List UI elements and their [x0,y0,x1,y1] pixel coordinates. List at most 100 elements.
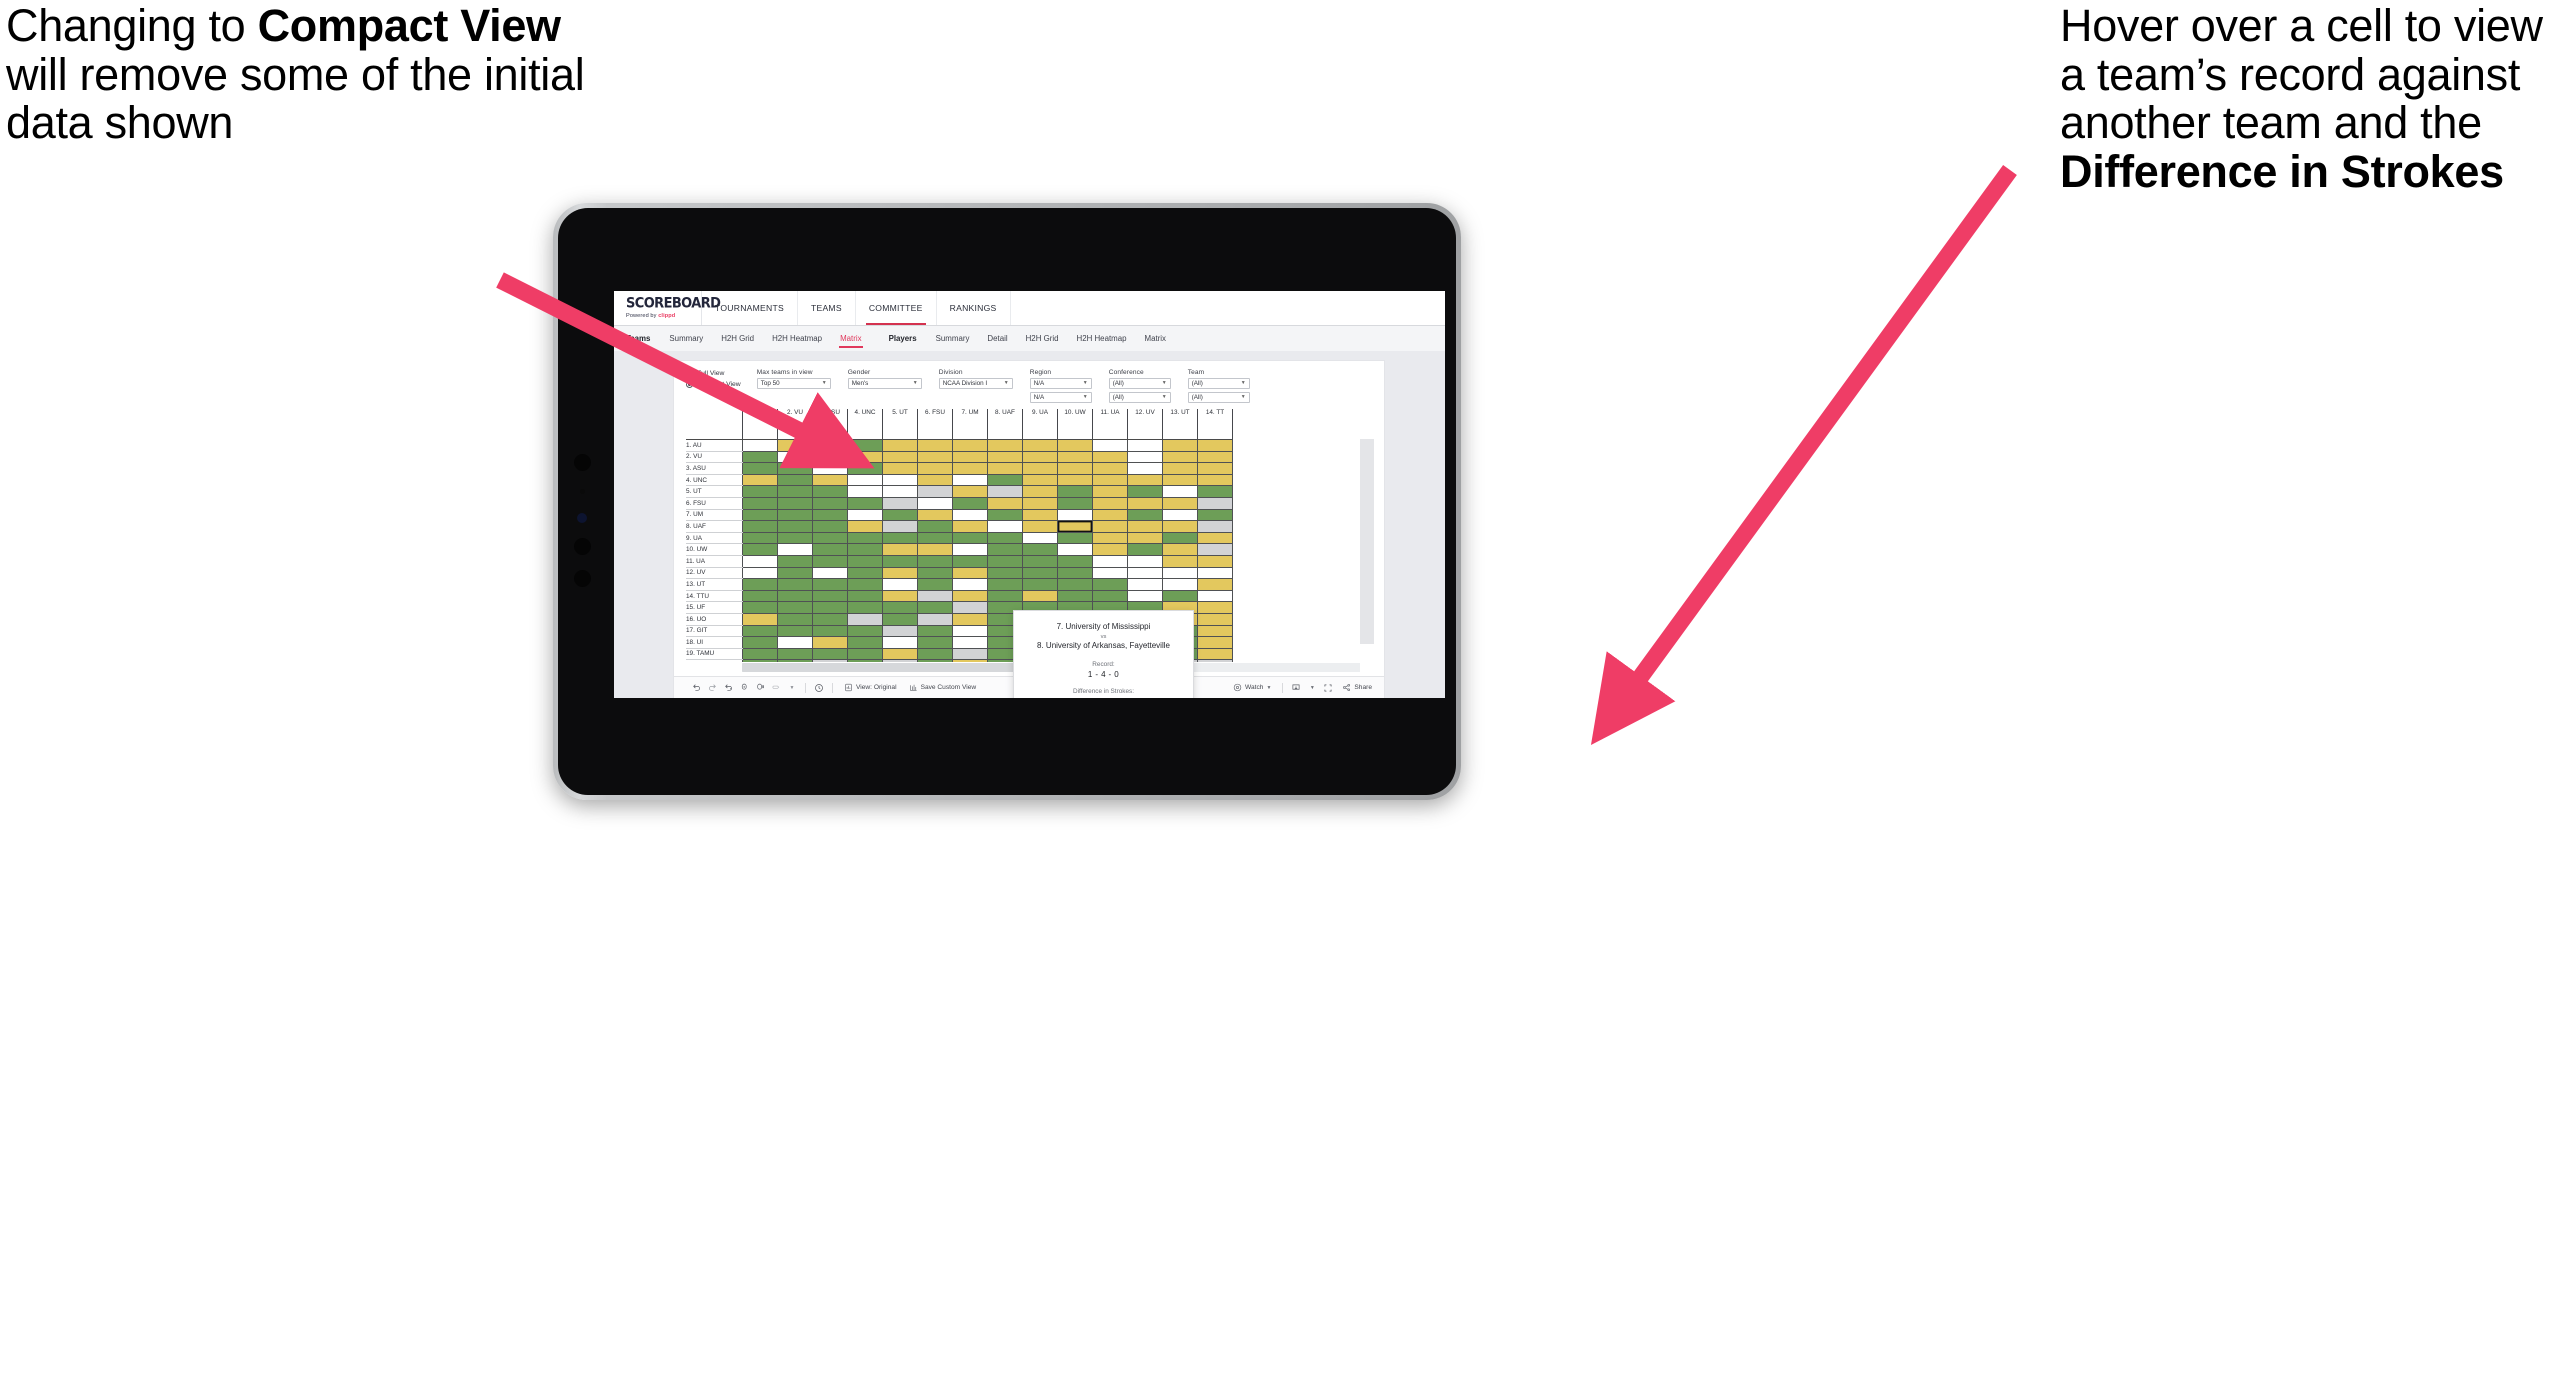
matrix-row-header[interactable]: 10. UW [686,543,743,556]
matrix-cell[interactable] [917,636,953,649]
matrix-cell[interactable] [1057,508,1093,522]
matrix-cell[interactable] [917,624,953,638]
matrix-cell[interactable] [1162,508,1198,522]
matrix-cell[interactable] [1127,439,1163,452]
matrix-row-header[interactable]: 20. UG [686,659,743,662]
matrix-cell[interactable] [742,566,778,580]
matrix-cell[interactable] [987,450,1023,464]
matrix-cell[interactable] [812,473,848,487]
matrix-cell[interactable] [812,624,848,638]
matrix-cell[interactable] [777,636,813,649]
matrix-cell[interactable] [777,520,813,533]
fullscreen-icon[interactable] [1320,683,1336,693]
matrix-cell[interactable] [1022,473,1058,487]
matrix-cell[interactable] [1022,485,1058,498]
matrix-cell[interactable] [777,624,813,638]
matrix-cell[interactable] [1197,508,1233,522]
matrix-cell[interactable] [882,647,918,661]
matrix-row-header[interactable]: 19. TAMU [686,648,743,661]
matrix-cell[interactable] [1197,566,1233,580]
matrix-cell[interactable] [987,462,1023,475]
matrix-cell[interactable] [952,589,988,603]
matrix-cell[interactable] [812,508,848,522]
share-button[interactable]: Share [1336,683,1384,692]
matrix-cell[interactable] [952,601,988,614]
matrix-cell[interactable] [1197,450,1233,464]
matrix-cell[interactable] [987,566,1023,580]
matrix-cell[interactable] [847,612,883,626]
matrix-cell[interactable] [882,485,918,498]
matrix-cell[interactable] [847,589,883,603]
matrix-cell[interactable] [1092,439,1128,452]
matrix-cell[interactable] [777,543,813,556]
matrix-cell[interactable] [1162,566,1198,580]
matrix-row-header[interactable]: 5. UT [686,485,743,498]
matrix-cell[interactable] [882,439,918,452]
matrix-cell[interactable] [1092,520,1128,533]
subnav-players-summary[interactable]: Summary [927,326,979,352]
matrix-cell[interactable] [812,578,848,591]
matrix-cell[interactable] [1197,496,1233,510]
download-icon[interactable] [1288,683,1304,693]
matrix-col-header[interactable]: 13. UT [1162,409,1198,440]
matrix-cell[interactable] [777,485,813,498]
matrix-cell[interactable] [882,566,918,580]
matrix-cell[interactable] [1092,589,1128,603]
matrix-cell[interactable] [882,578,918,591]
matrix-row-header[interactable]: 11. UA [686,555,743,568]
matrix-cell[interactable] [812,450,848,464]
matrix-cell[interactable] [1197,612,1233,626]
matrix-cell[interactable] [1162,450,1198,464]
matrix-cell[interactable] [987,473,1023,487]
view-original-button[interactable]: View: Original [838,683,903,692]
matrix-row-header[interactable]: 4. UNC [686,474,743,487]
radio-full-view[interactable]: Full View [686,370,741,377]
matrix-row-header[interactable]: 2. VU [686,451,743,464]
matrix-cell[interactable] [1162,578,1198,591]
matrix-cell[interactable] [987,589,1023,603]
matrix-cell[interactable] [917,496,953,510]
matrix-cell[interactable] [777,589,813,603]
matrix-cell[interactable] [1092,531,1128,545]
matrix-cell[interactable] [1057,485,1093,498]
matrix-cell[interactable] [1057,462,1093,475]
matrix-cell[interactable] [1162,439,1198,452]
matrix-col-header[interactable]: 6. FSU [917,409,953,440]
matrix-cell[interactable] [917,578,953,591]
matrix-cell[interactable] [742,462,778,475]
matrix-cell[interactable] [742,612,778,626]
matrix-cell[interactable] [952,496,988,510]
matrix-cell[interactable] [952,485,988,498]
matrix-cell[interactable] [987,578,1023,591]
matrix-cell[interactable] [812,543,848,556]
matrix-cell[interactable] [987,543,1023,556]
matrix-cell[interactable] [1022,554,1058,568]
matrix-cell[interactable] [742,520,778,533]
matrix-cell[interactable] [882,612,918,626]
matrix-cell[interactable] [952,473,988,487]
matrix-cell[interactable] [1197,520,1233,533]
matrix-cell[interactable] [777,439,813,452]
matrix-cell[interactable] [1162,554,1198,568]
matrix-cell[interactable] [1197,647,1233,661]
team-select-1[interactable]: (All) ▼ [1187,378,1250,389]
matrix-cell[interactable] [847,496,883,510]
matrix-cell[interactable] [812,612,848,626]
matrix-cell[interactable] [847,554,883,568]
matrix-cell[interactable] [1127,589,1163,603]
matrix-cell[interactable] [812,496,848,510]
matrix-cell[interactable] [882,543,918,556]
matrix-cell[interactable] [1162,485,1198,498]
matrix-cell[interactable] [1022,496,1058,510]
matrix-cell[interactable] [917,531,953,545]
nav-item-committee[interactable]: COMMITTEE [856,291,937,325]
matrix-cell[interactable] [1127,485,1163,498]
matrix-cell[interactable] [1127,496,1163,510]
matrix-cell[interactable] [1197,462,1233,475]
matrix-cell[interactable] [1057,496,1093,510]
matrix-col-header[interactable]: 1. AU [742,409,778,440]
matrix-cell[interactable] [917,473,953,487]
matrix-col-header[interactable]: 7. UM [952,409,988,440]
matrix-cell[interactable] [777,450,813,464]
matrix-col-header[interactable]: 14. TT [1197,409,1233,440]
